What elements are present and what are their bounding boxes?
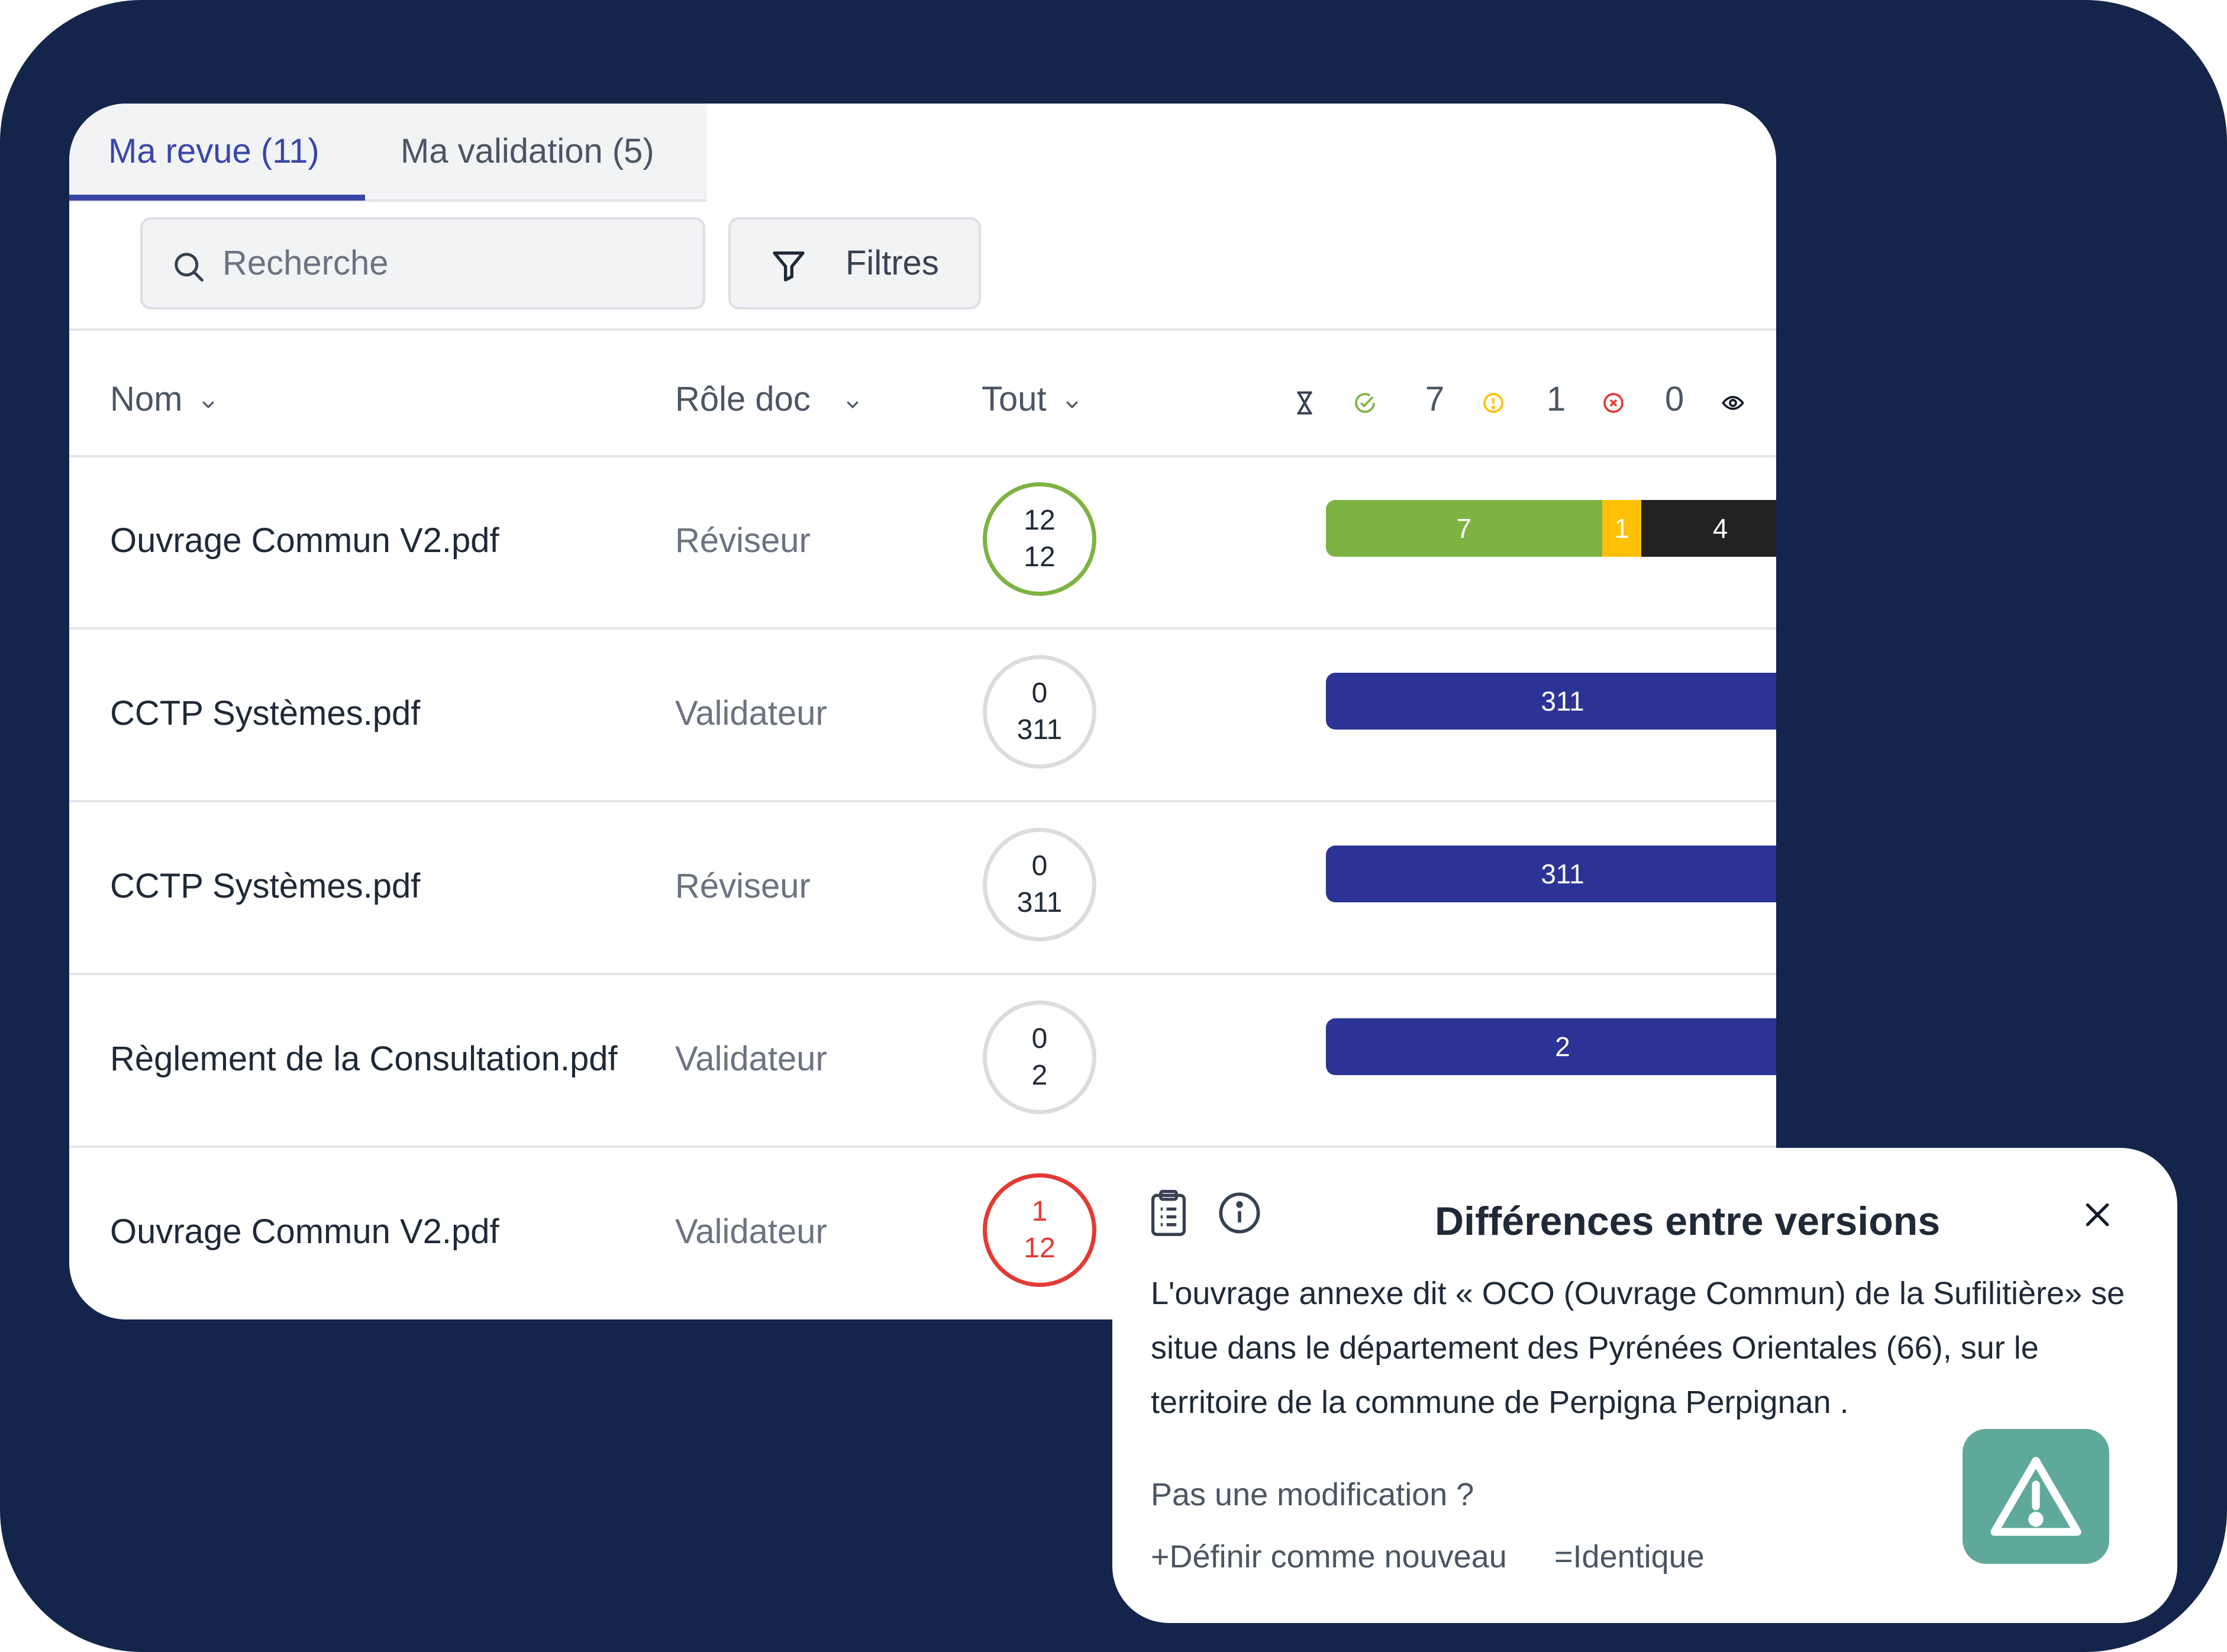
popup-title: Différences entre versions: [1435, 1199, 1941, 1244]
status-bar[interactable]: 2: [1326, 1018, 1776, 1075]
tab-my-review[interactable]: Ma revue (11): [108, 104, 319, 199]
viewed-segment: 4: [1641, 500, 1776, 557]
column-header-name[interactable]: Nom: [110, 370, 217, 429]
column-header-all[interactable]: Tout: [982, 370, 1081, 429]
review-panel: Ma revue (11) Ma validation (5) Recherch…: [69, 104, 1776, 1319]
count-reviewed: 0: [1031, 850, 1048, 882]
column-header-role[interactable]: Rôle doc: [675, 370, 861, 429]
search-input[interactable]: Recherche: [140, 217, 705, 309]
count-reviewed: 0: [1031, 677, 1048, 709]
pending-segment: 311: [1541, 686, 1584, 717]
doc-role: Validateur: [675, 1040, 827, 1078]
count-ring: 0 311: [983, 828, 1096, 941]
count-ring: 0 311: [983, 655, 1096, 769]
divider: [69, 455, 1776, 457]
not-a-change-question: Pas une modification ?: [1151, 1477, 1474, 1512]
warning-segment: 1: [1602, 500, 1642, 557]
check-circle-icon[interactable]: [1353, 391, 1377, 418]
status-bar[interactable]: 311: [1326, 673, 1776, 730]
approved-count: 7: [1425, 380, 1445, 418]
chevron-down-icon: [1063, 372, 1081, 431]
chevron-down-icon: [844, 372, 861, 431]
search-placeholder: Recherche: [222, 244, 389, 282]
mark-identical-button[interactable]: =Identique: [1554, 1538, 1705, 1575]
chevron-down-icon: [199, 372, 217, 431]
filter-icon: [770, 247, 808, 288]
count-ring: 1 12: [983, 1173, 1096, 1287]
doc-role: Réviseur: [675, 521, 811, 560]
tab-my-validation[interactable]: Ma validation (5): [401, 104, 654, 199]
count-ring: 12 12: [983, 482, 1096, 596]
count-ring: 0 2: [983, 1001, 1096, 1114]
status-bar[interactable]: 714: [1326, 500, 1776, 557]
divider: [69, 627, 1776, 630]
divider: [69, 973, 1776, 975]
x-circle-icon[interactable]: [1602, 391, 1625, 418]
count-reviewed: 0: [1031, 1023, 1048, 1054]
hourglass-icon[interactable]: [1296, 391, 1313, 418]
count-reviewed: 1: [1031, 1196, 1048, 1227]
doc-role: Réviseur: [675, 867, 811, 905]
warning-button[interactable]: [1963, 1429, 2109, 1564]
count-reviewed: 12: [1024, 505, 1056, 536]
close-icon[interactable]: [2083, 1200, 2112, 1232]
filters-label: Filtres: [845, 244, 939, 282]
count-total: 2: [1031, 1060, 1048, 1091]
column-all-label: Tout: [982, 380, 1047, 418]
popup-description: L'ouvrage annexe dit « OCO (Ouvrage Comm…: [1151, 1276, 2125, 1420]
rejected-count: 0: [1665, 380, 1684, 418]
divider: [69, 800, 1776, 802]
tab-bar: Ma revue (11) Ma validation (5): [69, 104, 707, 202]
doc-role: Validateur: [675, 1212, 827, 1251]
pending-segment: 311: [1541, 859, 1584, 889]
count-total: 311: [1016, 714, 1063, 746]
filters-button[interactable]: Filtres: [728, 217, 981, 309]
column-role-label: Rôle doc: [675, 380, 811, 418]
divider: [69, 328, 1776, 331]
clipboard-icon[interactable]: [1149, 1189, 1188, 1240]
search-icon: [171, 249, 206, 288]
info-icon[interactable]: [1217, 1190, 1262, 1238]
count-total: 12: [1024, 541, 1056, 573]
approved-segment: 7: [1326, 500, 1602, 557]
pending-segment: 2: [1555, 1031, 1570, 1062]
count-total: 311: [1016, 887, 1063, 918]
set-as-new-button[interactable]: +Définir comme nouveau: [1151, 1538, 1507, 1575]
active-tab-indicator: [69, 195, 365, 201]
column-name-label: Nom: [110, 380, 183, 418]
warning-count: 1: [1547, 380, 1566, 418]
doc-role: Validateur: [675, 694, 827, 733]
file-name[interactable]: Règlement de la Consultation.pdf: [110, 1039, 618, 1079]
eye-icon[interactable]: [1720, 391, 1746, 418]
file-name[interactable]: CCTP Systèmes.pdf: [110, 693, 420, 733]
file-name[interactable]: Ouvrage Commun V2.pdf: [110, 521, 499, 560]
count-total: 12: [1024, 1232, 1056, 1264]
status-bar[interactable]: 311: [1326, 846, 1776, 902]
file-name[interactable]: CCTP Systèmes.pdf: [110, 866, 420, 906]
app-background: Ma revue (11) Ma validation (5) Recherch…: [0, 0, 2227, 1652]
warning-icon: [1989, 1453, 2083, 1543]
file-name[interactable]: Ouvrage Commun V2.pdf: [110, 1212, 499, 1251]
version-diff-popup: Différences entre versions L'ouvrage ann…: [1112, 1148, 2177, 1623]
alert-circle-icon[interactable]: [1482, 391, 1505, 418]
